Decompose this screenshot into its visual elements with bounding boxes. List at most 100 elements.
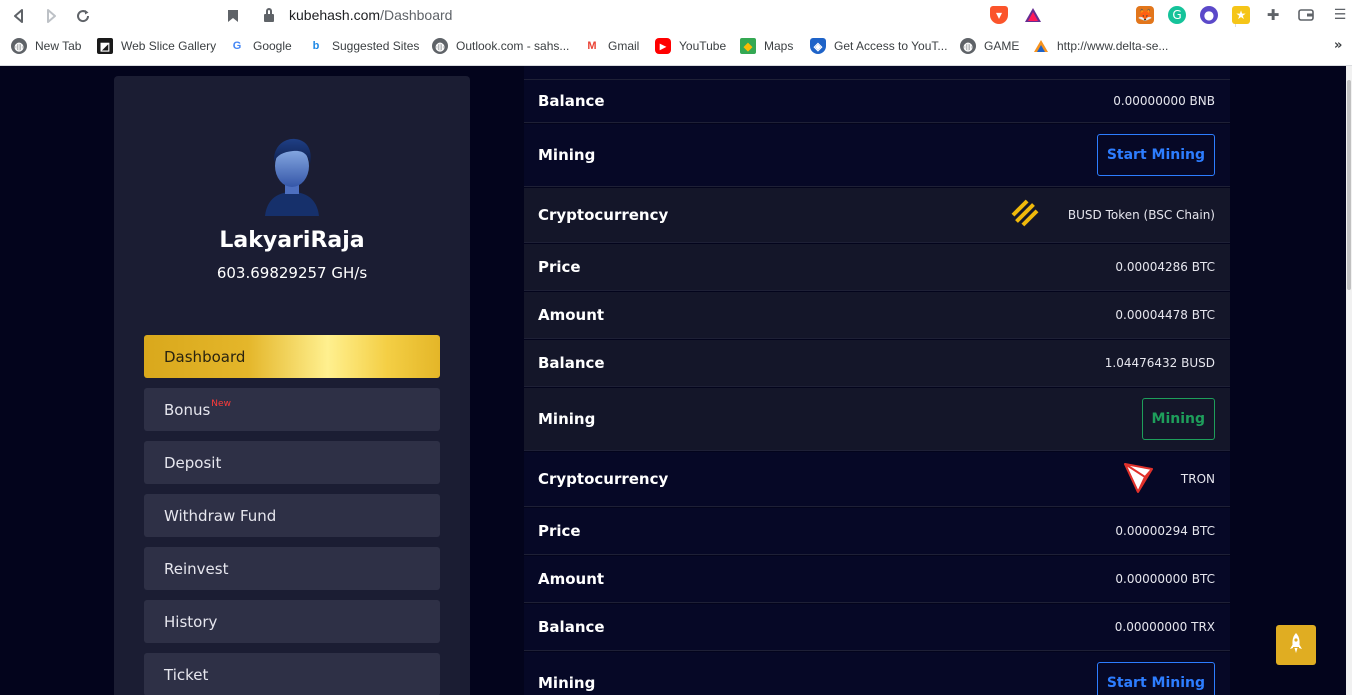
row-label: Price: [538, 258, 581, 276]
bookmark-delta[interactable]: http://www.delta-se...: [1033, 38, 1168, 54]
bookmark-get-access[interactable]: ◈ Get Access to YouT...: [810, 38, 947, 54]
row-label: Balance: [538, 92, 605, 110]
bookmark-label: YouTube: [679, 39, 727, 53]
coin-info: BUSD Token (BSC Chain): [1008, 196, 1215, 234]
page-scrollbar-thumb[interactable]: [1347, 80, 1351, 290]
bookmark-google[interactable]: G Google: [229, 38, 292, 54]
start-mining-button[interactable]: Start Mining: [1096, 134, 1215, 176]
menu-item-label: History: [164, 612, 218, 631]
globe-icon: ◍: [11, 38, 27, 54]
bookmark-label: Google: [253, 39, 292, 53]
lock-icon: [264, 8, 274, 22]
menu-item-ticket[interactable]: Ticket: [144, 653, 440, 695]
bookmark-label: Outlook.com - sahs...: [456, 39, 570, 53]
extensions-puzzle-icon[interactable]: ✚: [1264, 6, 1282, 24]
gmail-icon: M: [587, 40, 597, 52]
table-row: Mining Mining: [524, 388, 1230, 451]
reload-icon[interactable]: [72, 5, 94, 27]
row-label: Mining: [538, 410, 596, 428]
bookmark-label: Suggested Sites: [332, 39, 420, 53]
row-label: Mining: [538, 146, 596, 164]
binance-icon: [1008, 196, 1042, 234]
hashrate: 603.69829257 GH/s: [216, 264, 368, 282]
menu-item-deposit[interactable]: Deposit: [144, 441, 440, 484]
bookmark-game[interactable]: ◍ GAME: [960, 38, 1019, 54]
row-label: Cryptocurrency: [538, 470, 669, 488]
row-value: 0.00000000 TRX: [1114, 620, 1215, 634]
chat-extension-icon[interactable]: ●: [1200, 6, 1218, 24]
bookmark-maps[interactable]: ◆ Maps: [740, 38, 793, 54]
bookmark-gmail[interactable]: M Gmail: [584, 38, 639, 54]
row-value: 1.04476432 BUSD: [1104, 356, 1215, 370]
crypto-table: Balance 0.00000000 BNB Mining Start Mini…: [524, 66, 1230, 695]
new-badge: New: [211, 398, 231, 409]
google-icon: G: [232, 40, 242, 52]
table-row: Price 0.00004286 BTC: [524, 244, 1230, 291]
bookmark-new-tab[interactable]: ◍ New Tab: [11, 38, 81, 54]
table-row: Balance 1.04476432 BUSD: [524, 340, 1230, 387]
globe-icon: ◍: [960, 38, 976, 54]
table-row: Cryptocurrency BUSD Token (BSC Chain): [524, 188, 1230, 243]
bookmark-suggested-sites[interactable]: b Suggested Sites: [308, 38, 420, 54]
row-label: Mining: [538, 674, 596, 692]
start-mining-button[interactable]: Start Mining: [1096, 662, 1215, 695]
table-row: Cryptocurrency TRON: [524, 452, 1230, 507]
brave-rewards-icon[interactable]: [1024, 6, 1042, 24]
wallet-icon[interactable]: [1297, 6, 1315, 24]
menu-item-bonus[interactable]: Bonus New: [144, 388, 440, 431]
row-value: TRON: [1180, 472, 1215, 486]
dashboard-page: LakyariRaja 603.69829257 GH/s Dashboard …: [0, 66, 1352, 695]
bookmark-label: Get Access to YouT...: [834, 39, 948, 53]
more-bookmarks-chevron-icon[interactable]: »: [1334, 38, 1342, 53]
menu-item-label: Withdraw Fund: [164, 506, 277, 525]
url-domain: kubehash.com: [289, 7, 381, 23]
menu-item-label: Deposit: [164, 453, 222, 472]
scroll-to-top-button[interactable]: [1276, 625, 1316, 665]
bookmark-web-slice-gallery[interactable]: ◩ Web Slice Gallery: [97, 38, 216, 54]
menu-item-withdraw-fund[interactable]: Withdraw Fund: [144, 494, 440, 537]
row-label: Amount: [538, 306, 605, 324]
address-bar[interactable]: kubehash.com/Dashboard: [255, 3, 1236, 29]
mining-status-button[interactable]: Mining: [1141, 398, 1215, 440]
table-row: Mining Start Mining: [524, 124, 1230, 187]
row-value: 0.00000294 BTC: [1115, 524, 1215, 538]
bookmark-page-icon[interactable]: [222, 5, 244, 27]
forward-icon[interactable]: [40, 5, 62, 27]
menu-item-dashboard[interactable]: Dashboard: [144, 335, 440, 378]
browser-chrome: kubehash.com/Dashboard ▾ 🦊 G ● ★ ✚ ☰ ◍ Ne…: [0, 0, 1352, 66]
tron-icon: [1123, 460, 1155, 498]
bookmark-outlook[interactable]: ◍ Outlook.com - sahs...: [432, 38, 569, 54]
star-extension-icon[interactable]: ★: [1232, 6, 1250, 24]
browser-toolbar: kubehash.com/Dashboard ▾ 🦊 G ● ★ ✚ ☰: [0, 0, 1352, 32]
row-value: 0.00004286 BTC: [1115, 260, 1215, 274]
table-row: Price 0.00000294 BTC: [524, 508, 1230, 555]
username: LakyariRaja: [219, 228, 365, 253]
row-label: Price: [538, 522, 581, 540]
row-label: Balance: [538, 618, 605, 636]
shield-icon: ◈: [810, 38, 826, 54]
youtube-icon: ▶: [655, 38, 671, 54]
menu-item-history[interactable]: History: [144, 600, 440, 643]
back-icon[interactable]: [8, 5, 30, 27]
menu-item-label: Dashboard: [164, 347, 246, 366]
grammarly-icon[interactable]: G: [1168, 6, 1186, 24]
bookmarks-bar: ◍ New Tab ◩ Web Slice Gallery G Google b Sug…: [0, 34, 1352, 60]
metamask-icon[interactable]: 🦊: [1136, 6, 1154, 24]
row-value: 0.00000000 BTC: [1115, 572, 1215, 586]
globe-icon: ◍: [432, 38, 448, 54]
row-value: 0.00004478 BTC: [1115, 308, 1215, 322]
bookmark-label: Maps: [764, 39, 794, 53]
coin-info: TRON: [1123, 460, 1215, 498]
delta-icon: [1033, 38, 1049, 54]
bookmark-label: Gmail: [608, 39, 640, 53]
row-label: Amount: [538, 570, 605, 588]
menu-item-label: Reinvest: [164, 559, 229, 578]
bookmark-youtube[interactable]: ▶ YouTube: [655, 38, 726, 54]
maps-icon: ◆: [740, 38, 756, 54]
brave-shield-icon[interactable]: ▾: [990, 6, 1008, 24]
menu-item-reinvest[interactable]: Reinvest: [144, 547, 440, 590]
table-row: Balance 0.00000000 BNB: [524, 80, 1230, 123]
browser-menu-icon[interactable]: ☰: [1331, 6, 1349, 24]
menu-item-label: Bonus: [164, 400, 211, 419]
bookmark-label: GAME: [984, 39, 1020, 53]
